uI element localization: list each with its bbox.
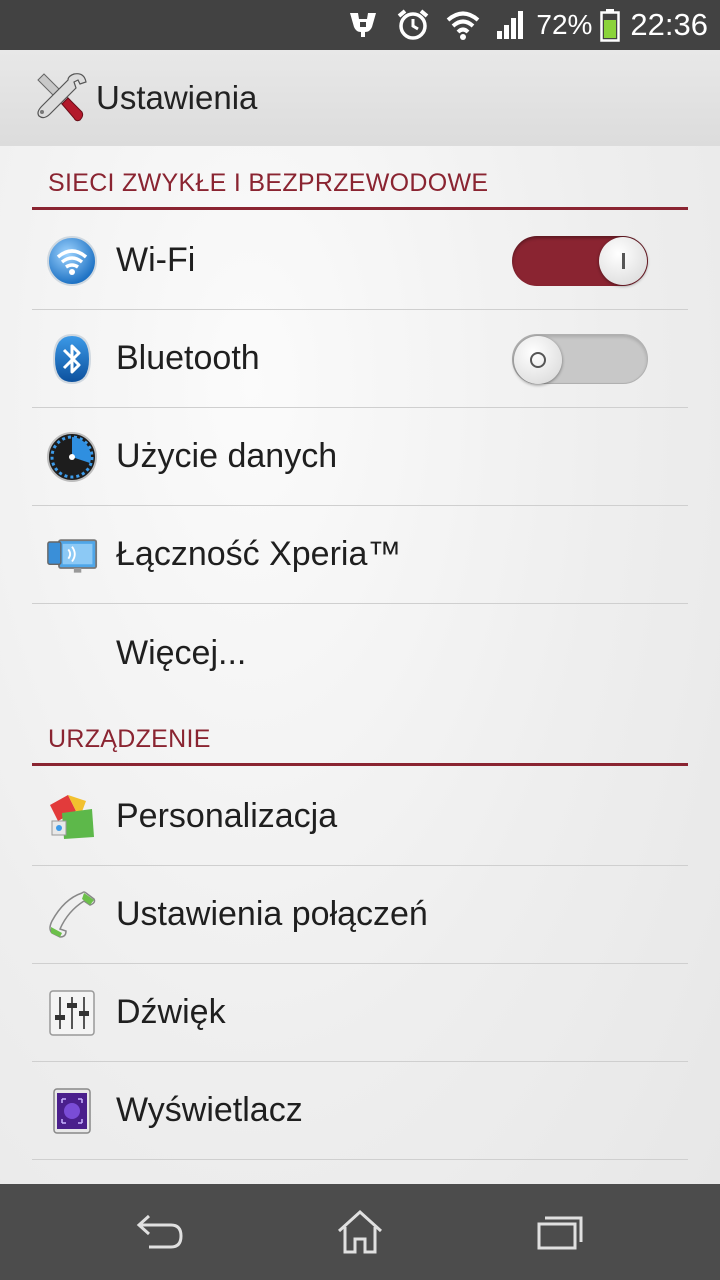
settings-item-label: Wyświetlacz [116,1091,303,1129]
recent-apps-icon[interactable] [510,1184,610,1280]
settings-item-label: Łączność Xperia™ [116,535,402,573]
bluetooth-icon [46,333,98,385]
settings-item-label: Użycie danych [116,437,338,475]
navigation-bar [0,1184,720,1280]
home-icon[interactable] [310,1184,410,1280]
section-header-label: SIECI ZWYKŁE I BEZPRZEWODOWE [48,169,489,197]
usb-debug-icon [346,0,380,50]
toggle-knob [599,237,647,285]
xperia-connectivity-icon [46,529,98,581]
settings-item-display[interactable]: Wyświetlacz [32,1062,688,1160]
section-header-label: URZĄDZENIE [48,725,211,753]
settings-tools-icon[interactable] [30,68,90,128]
settings-item-data-usage[interactable]: Użycie danych [32,408,688,506]
status-clock: 22:36 [630,7,708,42]
settings-item-label: Wi-Fi [116,241,196,279]
toggle-knob [514,336,562,384]
alarm-icon [396,0,430,50]
phone-icon [46,889,98,941]
personalization-icon [46,791,98,843]
settings-item-label: Ustawienia połączeń [116,895,428,933]
section-header-device: URZĄDZENIE [32,716,688,766]
action-bar: Ustawienia [0,50,720,146]
display-icon [46,1085,98,1137]
data-usage-icon [46,431,98,483]
settings-item-xperia-connectivity[interactable]: Łączność Xperia™ [32,506,688,604]
settings-item-sound[interactable]: Dźwięk [32,964,688,1062]
settings-item-bluetooth[interactable]: Bluetooth [32,310,688,408]
settings-item-label: Dźwięk [116,993,226,1031]
settings-item-more[interactable]: Więcej... [32,604,688,702]
section-header-wireless: SIECI ZWYKŁE I BEZPRZEWODOWE [32,160,688,210]
settings-item-call-settings[interactable]: Ustawienia połączeń [32,866,688,964]
bluetooth-toggle[interactable] [512,334,648,384]
settings-item-label: Więcej... [116,633,247,672]
battery-percent: 72% [536,9,593,40]
wifi-toggle[interactable] [512,236,648,286]
back-icon[interactable] [110,1184,210,1280]
battery-icon [600,0,621,50]
settings-item-label: Personalizacja [116,797,338,835]
settings-item-label: Bluetooth [116,339,260,377]
cell-signal-icon [496,0,526,50]
settings-item-wifi[interactable]: Wi-Fi [32,212,688,310]
status-bar: 72% 22:36 [0,0,720,50]
settings-item-personalization[interactable]: Personalizacja [32,768,688,866]
page-title: Ustawienia [96,79,258,116]
wifi-signal-icon [446,0,480,50]
wifi-icon [46,235,98,287]
settings-list[interactable]: SIECI ZWYKŁE I BEZPRZEWODOWE Wi-Fi Bluet… [0,146,720,1184]
sound-equalizer-icon [46,987,98,1039]
